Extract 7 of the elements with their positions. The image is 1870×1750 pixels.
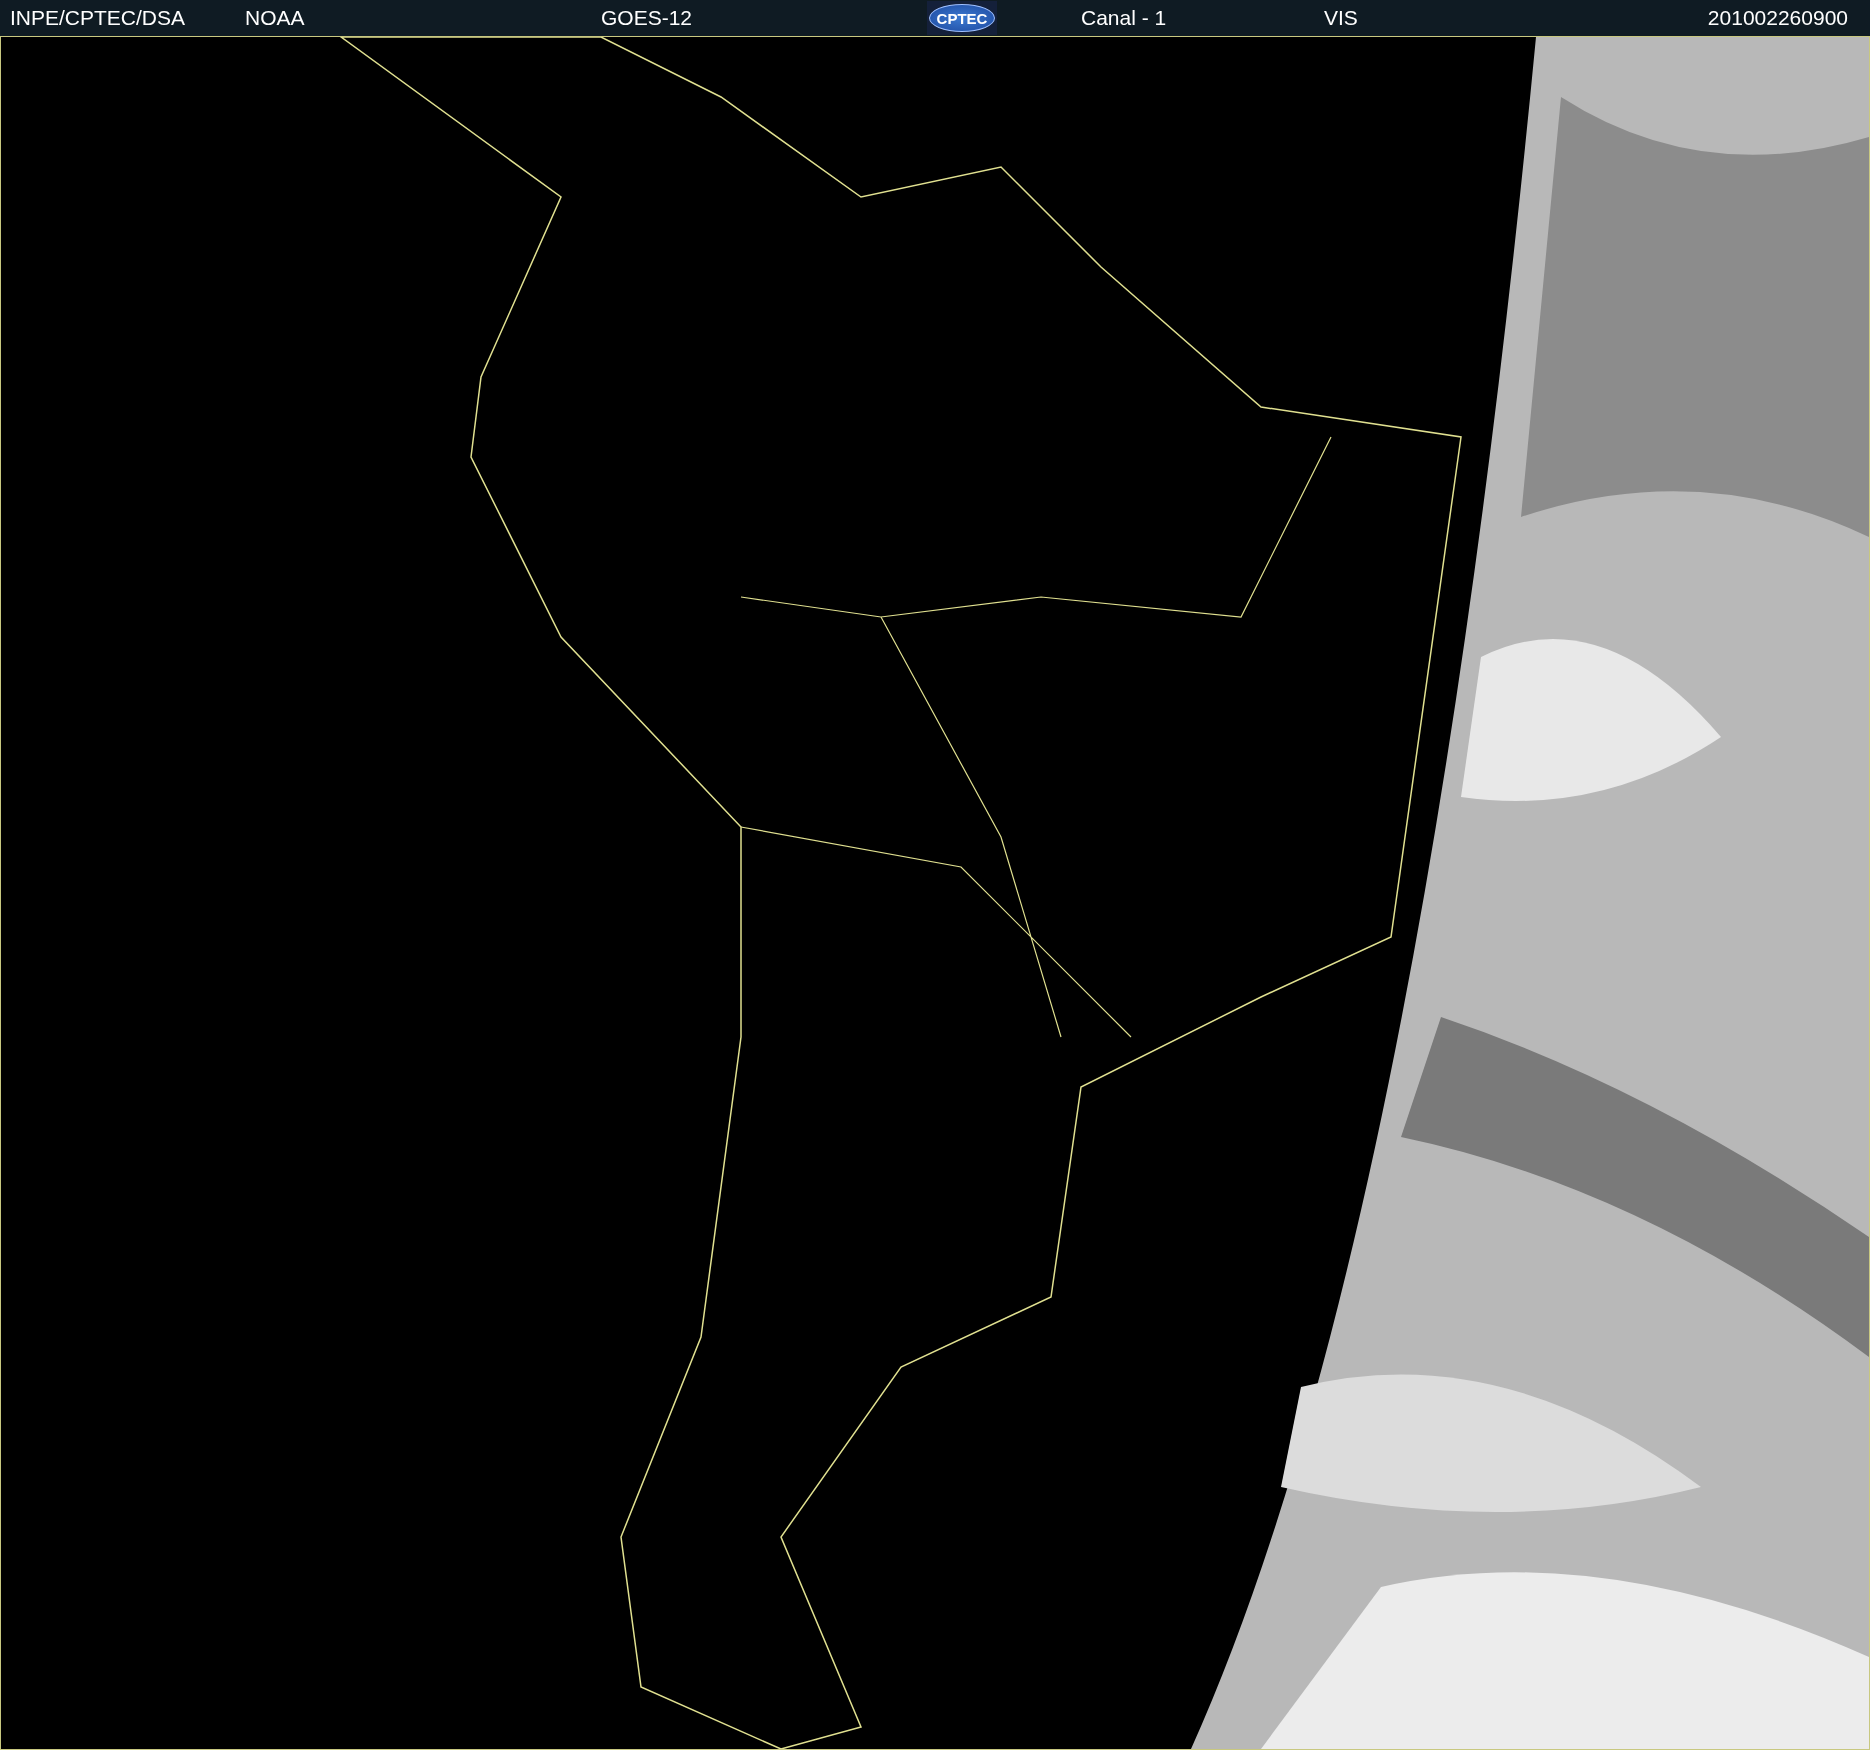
logo-text: CPTEC (929, 4, 995, 32)
header-label: Canal - 1 (1081, 6, 1167, 30)
header-label: NOAA (245, 6, 305, 30)
header-label: GOES-12 (601, 6, 693, 30)
header-label: VIS (1324, 6, 1358, 30)
header-label: INPE/CPTEC/DSA (10, 6, 186, 30)
header-label: 201002260900 (1707, 6, 1848, 30)
